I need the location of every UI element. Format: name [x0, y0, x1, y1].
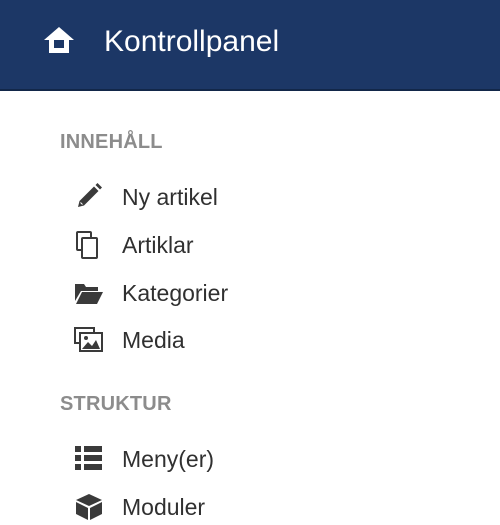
pencil-icon: [78, 183, 102, 207]
folder-open-icon: [75, 284, 103, 304]
list-icon: [75, 446, 102, 470]
page-title: Kontrollpanel: [104, 25, 280, 58]
nav-item-modules[interactable]: Moduler: [74, 489, 474, 525]
top-header: Kontrollpanel: [0, 0, 500, 91]
nav-label-articles: Artiklar: [122, 232, 194, 258]
nav-label-menus: Meny(er): [122, 446, 215, 472]
section-heading-structure: STRUKTUR: [60, 393, 172, 415]
image-icon: [74, 327, 103, 352]
nav-item-menus[interactable]: Meny(er): [74, 441, 474, 477]
cube-icon: [76, 494, 102, 520]
nav-item-new-article[interactable]: Ny artikel: [74, 179, 474, 215]
section-heading-content: INNEHÅLL: [60, 131, 163, 153]
nav-label-modules: Moduler: [122, 494, 206, 520]
nav-label-media: Media: [122, 327, 185, 353]
nav-label-new-article: Ny artikel: [122, 184, 218, 210]
nav-item-articles[interactable]: Artiklar: [74, 227, 474, 263]
copy-icon: [76, 231, 98, 259]
home-icon[interactable]: [42, 24, 76, 56]
nav-label-categories: Kategorier: [122, 280, 229, 306]
nav-item-media[interactable]: Media: [74, 322, 474, 358]
nav-item-categories[interactable]: Kategorier: [74, 275, 474, 311]
